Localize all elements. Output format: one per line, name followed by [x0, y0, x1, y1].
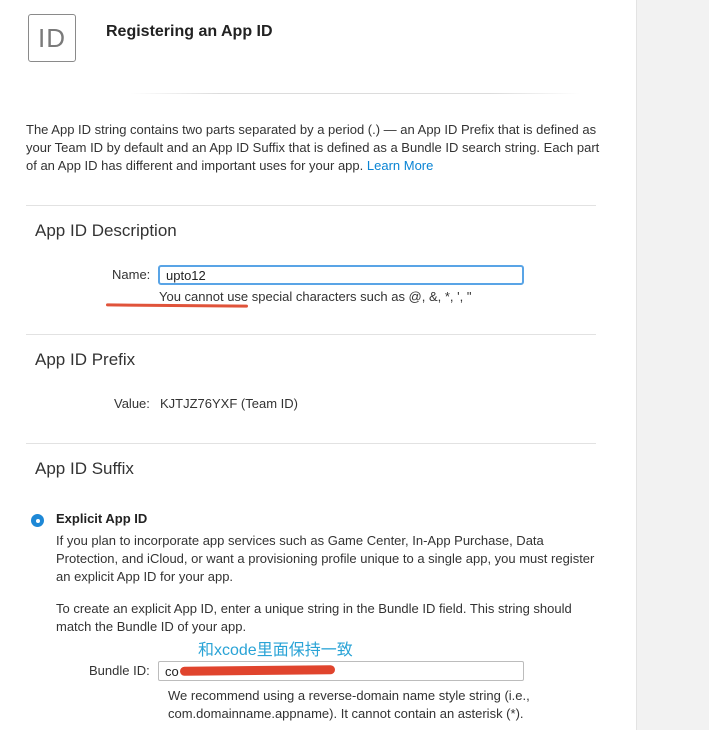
name-helper-text: You cannot use special characters such a…	[159, 289, 472, 304]
team-id-value: KJTJZ76YXF (Team ID)	[160, 396, 298, 411]
section-title-suffix: App ID Suffix	[35, 459, 134, 478]
explicit-app-id-label[interactable]: Explicit App ID	[56, 511, 147, 526]
value-label: Value:	[114, 396, 150, 411]
name-label: Name:	[112, 267, 151, 282]
header-divider	[130, 93, 580, 94]
section-title-prefix: App ID Prefix	[35, 350, 136, 369]
right-sidebar-panel	[636, 0, 709, 730]
bundle-id-instructions: To create an explicit App ID, enter a un…	[56, 601, 572, 634]
handwritten-annotation: 和xcode里面保持一致	[198, 642, 353, 659]
bundle-id-recommendation: We recommend using a reverse-domain name…	[168, 688, 530, 721]
section-title-description: App ID Description	[35, 221, 177, 240]
explicit-app-id-radio[interactable]	[31, 514, 44, 527]
section-divider	[26, 334, 596, 335]
bundle-id-label: Bundle ID:	[89, 663, 150, 678]
section-divider	[26, 205, 596, 206]
red-underline-annotation	[105, 303, 249, 308]
learn-more-link[interactable]: Learn More	[367, 158, 433, 173]
redaction-mark	[179, 665, 336, 676]
name-input[interactable]	[158, 265, 524, 285]
explicit-app-id-description: If you plan to incorporate app services …	[56, 533, 595, 584]
section-divider	[26, 443, 596, 444]
intro-text: The App ID string contains two parts sep…	[26, 122, 600, 173]
page-title: Registering an App ID	[106, 23, 273, 40]
intro-paragraph: The App ID string contains two parts sep…	[26, 121, 601, 175]
app-id-icon: ID	[28, 14, 76, 62]
